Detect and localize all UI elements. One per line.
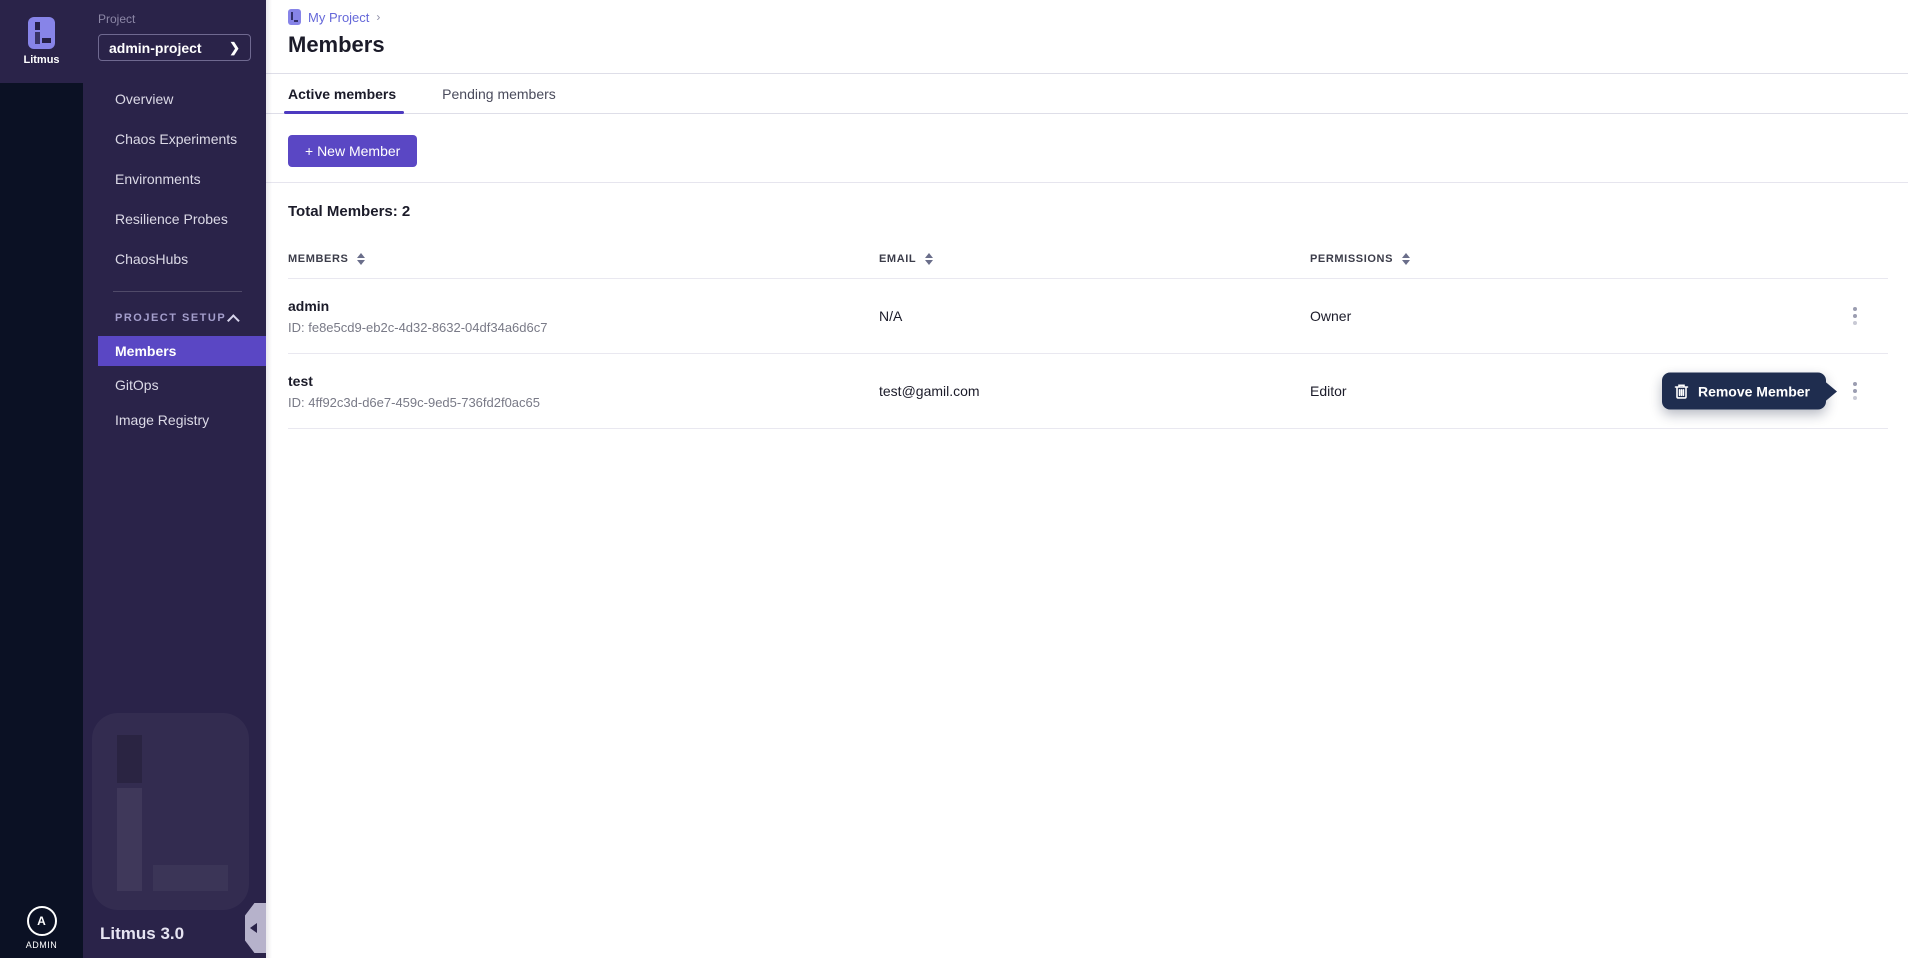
sidebar-item-resilience-probes[interactable]: Resilience Probes [83, 199, 266, 239]
sidebar-item-members[interactable]: Members [98, 336, 266, 366]
project-setup-section-toggle[interactable]: PROJECT SETUP [83, 302, 266, 334]
sidebar: Project admin-project ❯ Overview Chaos E… [83, 0, 266, 958]
sidebar-item-environments[interactable]: Environments [83, 159, 266, 199]
sort-email-icon[interactable] [925, 253, 933, 265]
member-cell: test ID: 4ff92c3d-d6e7-459c-9ed5-736fd2f… [288, 373, 879, 410]
sort-members-icon[interactable] [357, 253, 365, 265]
user-name-label: ADMIN [26, 940, 58, 950]
litmus-logo-icon [28, 17, 55, 49]
member-cell: admin ID: fe8e5cd9-eb2c-4d32-8632-04df34… [288, 298, 879, 335]
row-menu-kebab-icon[interactable] [1846, 379, 1864, 403]
litmus-watermark-logo [92, 713, 249, 910]
members-column-label: MEMBERS [288, 253, 348, 265]
project-label: Project [98, 12, 251, 26]
page-header: My Project › Members [266, 0, 1908, 74]
chevron-right-icon: ❯ [229, 40, 240, 56]
user-avatar[interactable]: A [27, 906, 57, 936]
sidebar-nav: Overview Chaos Experiments Environments … [83, 79, 266, 279]
tab-pending-members[interactable]: Pending members [442, 74, 556, 113]
member-name: admin [288, 298, 879, 314]
project-select[interactable]: admin-project ❯ [98, 34, 251, 61]
left-rail: Litmus A ADMIN [0, 0, 83, 958]
remove-member-label: Remove Member [1698, 383, 1810, 399]
permissions-column-label: PERMISSIONS [1310, 253, 1393, 265]
version-label: Litmus 3.0 [100, 924, 184, 944]
litmus-logo-label: Litmus [23, 54, 59, 66]
email-column-label: EMAIL [879, 253, 916, 265]
table-row-test: test ID: 4ff92c3d-d6e7-459c-9ed5-736fd2f… [288, 354, 1888, 429]
project-setup-label: PROJECT SETUP [115, 312, 226, 324]
total-members-label: Total Members: 2 [288, 203, 1888, 220]
members-table-header: MEMBERS EMAIL PERMISSIONS [288, 253, 1888, 279]
members-table-section: Total Members: 2 MEMBERS EMAIL PERMISSIO… [266, 183, 1908, 429]
trash-icon [1674, 383, 1689, 399]
project-breadcrumb-icon [288, 9, 301, 25]
tab-active-members[interactable]: Active members [288, 74, 396, 113]
sidebar-item-image-registry[interactable]: Image Registry [83, 403, 266, 436]
member-email: N/A [879, 308, 1310, 324]
sidebar-collapse-handle[interactable] [245, 903, 266, 953]
column-header-email: EMAIL [879, 253, 1310, 265]
sidebar-item-chaoshubs[interactable]: ChaosHubs [83, 239, 266, 279]
project-selector-section: Project admin-project ❯ [83, 0, 266, 65]
member-email: test@gamil.com [879, 383, 1310, 399]
new-member-button[interactable]: + New Member [288, 135, 417, 167]
row-menu-kebab-icon[interactable] [1846, 304, 1864, 328]
project-setup-nav: Members GitOps Image Registry [83, 336, 266, 436]
collapse-left-icon [250, 923, 257, 933]
project-name: admin-project [109, 40, 202, 56]
member-id: ID: fe8e5cd9-eb2c-4d32-8632-04df34a6d6c7 [288, 320, 879, 335]
main-content: My Project › Members Active members Pend… [266, 0, 1908, 958]
member-permission: Owner [1310, 308, 1846, 324]
column-header-permissions: PERMISSIONS [1310, 253, 1846, 265]
litmus-logo-block[interactable]: Litmus [0, 0, 83, 83]
breadcrumb-my-project-link[interactable]: My Project [308, 10, 369, 25]
column-header-members: MEMBERS [288, 253, 879, 265]
sidebar-item-overview[interactable]: Overview [83, 79, 266, 119]
page-title: Members [288, 32, 1888, 58]
chevron-up-icon [227, 314, 240, 327]
breadcrumb: My Project › [288, 9, 1888, 25]
remove-member-menu-item[interactable]: Remove Member [1662, 373, 1826, 410]
sidebar-item-gitops[interactable]: GitOps [83, 368, 266, 401]
members-tabbar: Active members Pending members [266, 74, 1908, 114]
account-section: A ADMIN [0, 906, 83, 950]
member-name: test [288, 373, 879, 389]
breadcrumb-separator-icon: › [376, 10, 380, 24]
sidebar-divider [113, 291, 242, 292]
members-toolbar: + New Member [266, 114, 1908, 183]
table-row-admin: admin ID: fe8e5cd9-eb2c-4d32-8632-04df34… [288, 279, 1888, 354]
sort-permissions-icon[interactable] [1402, 253, 1410, 265]
sidebar-item-chaos-experiments[interactable]: Chaos Experiments [83, 119, 266, 159]
member-id: ID: 4ff92c3d-d6e7-459c-9ed5-736fd2f0ac65 [288, 395, 879, 410]
